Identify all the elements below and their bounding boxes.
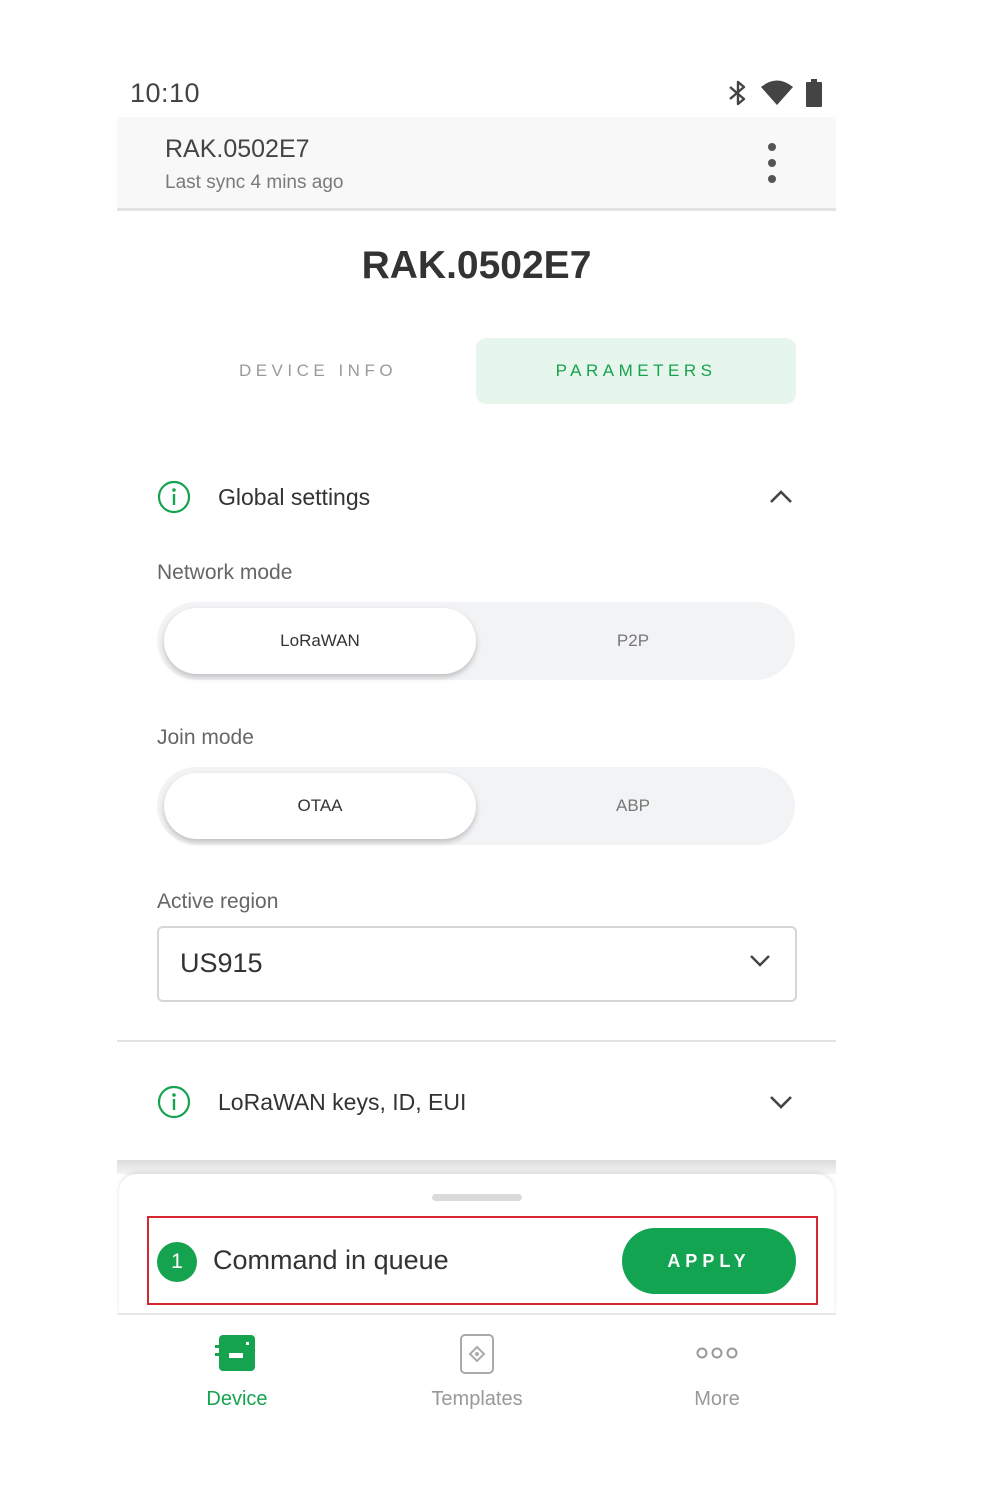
bottom-nav: Device Templates More: [117, 1313, 836, 1445]
active-region-select[interactable]: US915: [157, 926, 797, 1002]
join-mode-toggle: OTAA ABP: [157, 767, 795, 845]
tab-parameters[interactable]: PARAMETERS: [476, 338, 796, 404]
chevron-down-icon: [750, 955, 770, 967]
header-subtitle: Last sync 4 mins ago: [165, 172, 344, 193]
nav-more[interactable]: More: [597, 1315, 837, 1445]
tab-device-info[interactable]: DEVICE INFO: [158, 338, 478, 404]
active-region-label: Active region: [157, 890, 279, 913]
join-mode-abp[interactable]: ABP: [477, 773, 789, 839]
lorawan-keys-title: LoRaWAN keys, ID, EUI: [218, 1088, 467, 1115]
apply-button[interactable]: APPLY: [622, 1228, 796, 1294]
header-title: RAK.0502E7: [165, 135, 310, 163]
bluetooth-icon: [729, 80, 746, 106]
section-divider: [117, 1040, 836, 1042]
drag-handle[interactable]: [432, 1194, 522, 1201]
nav-device[interactable]: Device: [117, 1315, 357, 1445]
chevron-down-icon: [770, 1096, 792, 1109]
device-icon: [215, 1335, 255, 1371]
info-icon: [157, 1085, 191, 1119]
nav-templates[interactable]: Templates: [357, 1315, 597, 1445]
join-mode-otaa[interactable]: OTAA: [164, 773, 476, 839]
battery-icon: [806, 79, 822, 107]
network-mode-lorawan[interactable]: LoRaWAN: [164, 608, 476, 674]
status-icons: [727, 79, 823, 107]
page-title: RAK.0502E7: [361, 244, 592, 287]
nav-more-label: More: [694, 1388, 740, 1410]
queue-count-badge: 1: [157, 1242, 197, 1282]
chevron-up-icon: [770, 490, 792, 503]
wifi-icon: [761, 80, 793, 105]
status-time: 10:10: [130, 78, 201, 108]
active-region-value: US915: [180, 948, 263, 978]
global-settings-header[interactable]: Global settings: [157, 477, 797, 517]
network-mode-p2p[interactable]: P2P: [477, 608, 789, 674]
more-icon: [696, 1347, 738, 1359]
lorawan-keys-header[interactable]: LoRaWAN keys, ID, EUI: [157, 1082, 797, 1122]
global-settings-title: Global settings: [218, 483, 371, 510]
queue-text: Command in queue: [213, 1245, 449, 1275]
network-mode-toggle: LoRaWAN P2P: [157, 602, 795, 680]
join-mode-label: Join mode: [157, 726, 254, 749]
sheet-shadow: [117, 1160, 836, 1174]
nav-device-label: Device: [206, 1388, 268, 1410]
more-menu-icon[interactable]: [757, 143, 787, 183]
app-header: RAK.0502E7 Last sync 4 mins ago: [117, 117, 836, 211]
network-mode-label: Network mode: [157, 561, 293, 584]
nav-templates-label: Templates: [431, 1388, 523, 1410]
info-icon: [157, 480, 191, 514]
templates-icon: [460, 1334, 494, 1374]
